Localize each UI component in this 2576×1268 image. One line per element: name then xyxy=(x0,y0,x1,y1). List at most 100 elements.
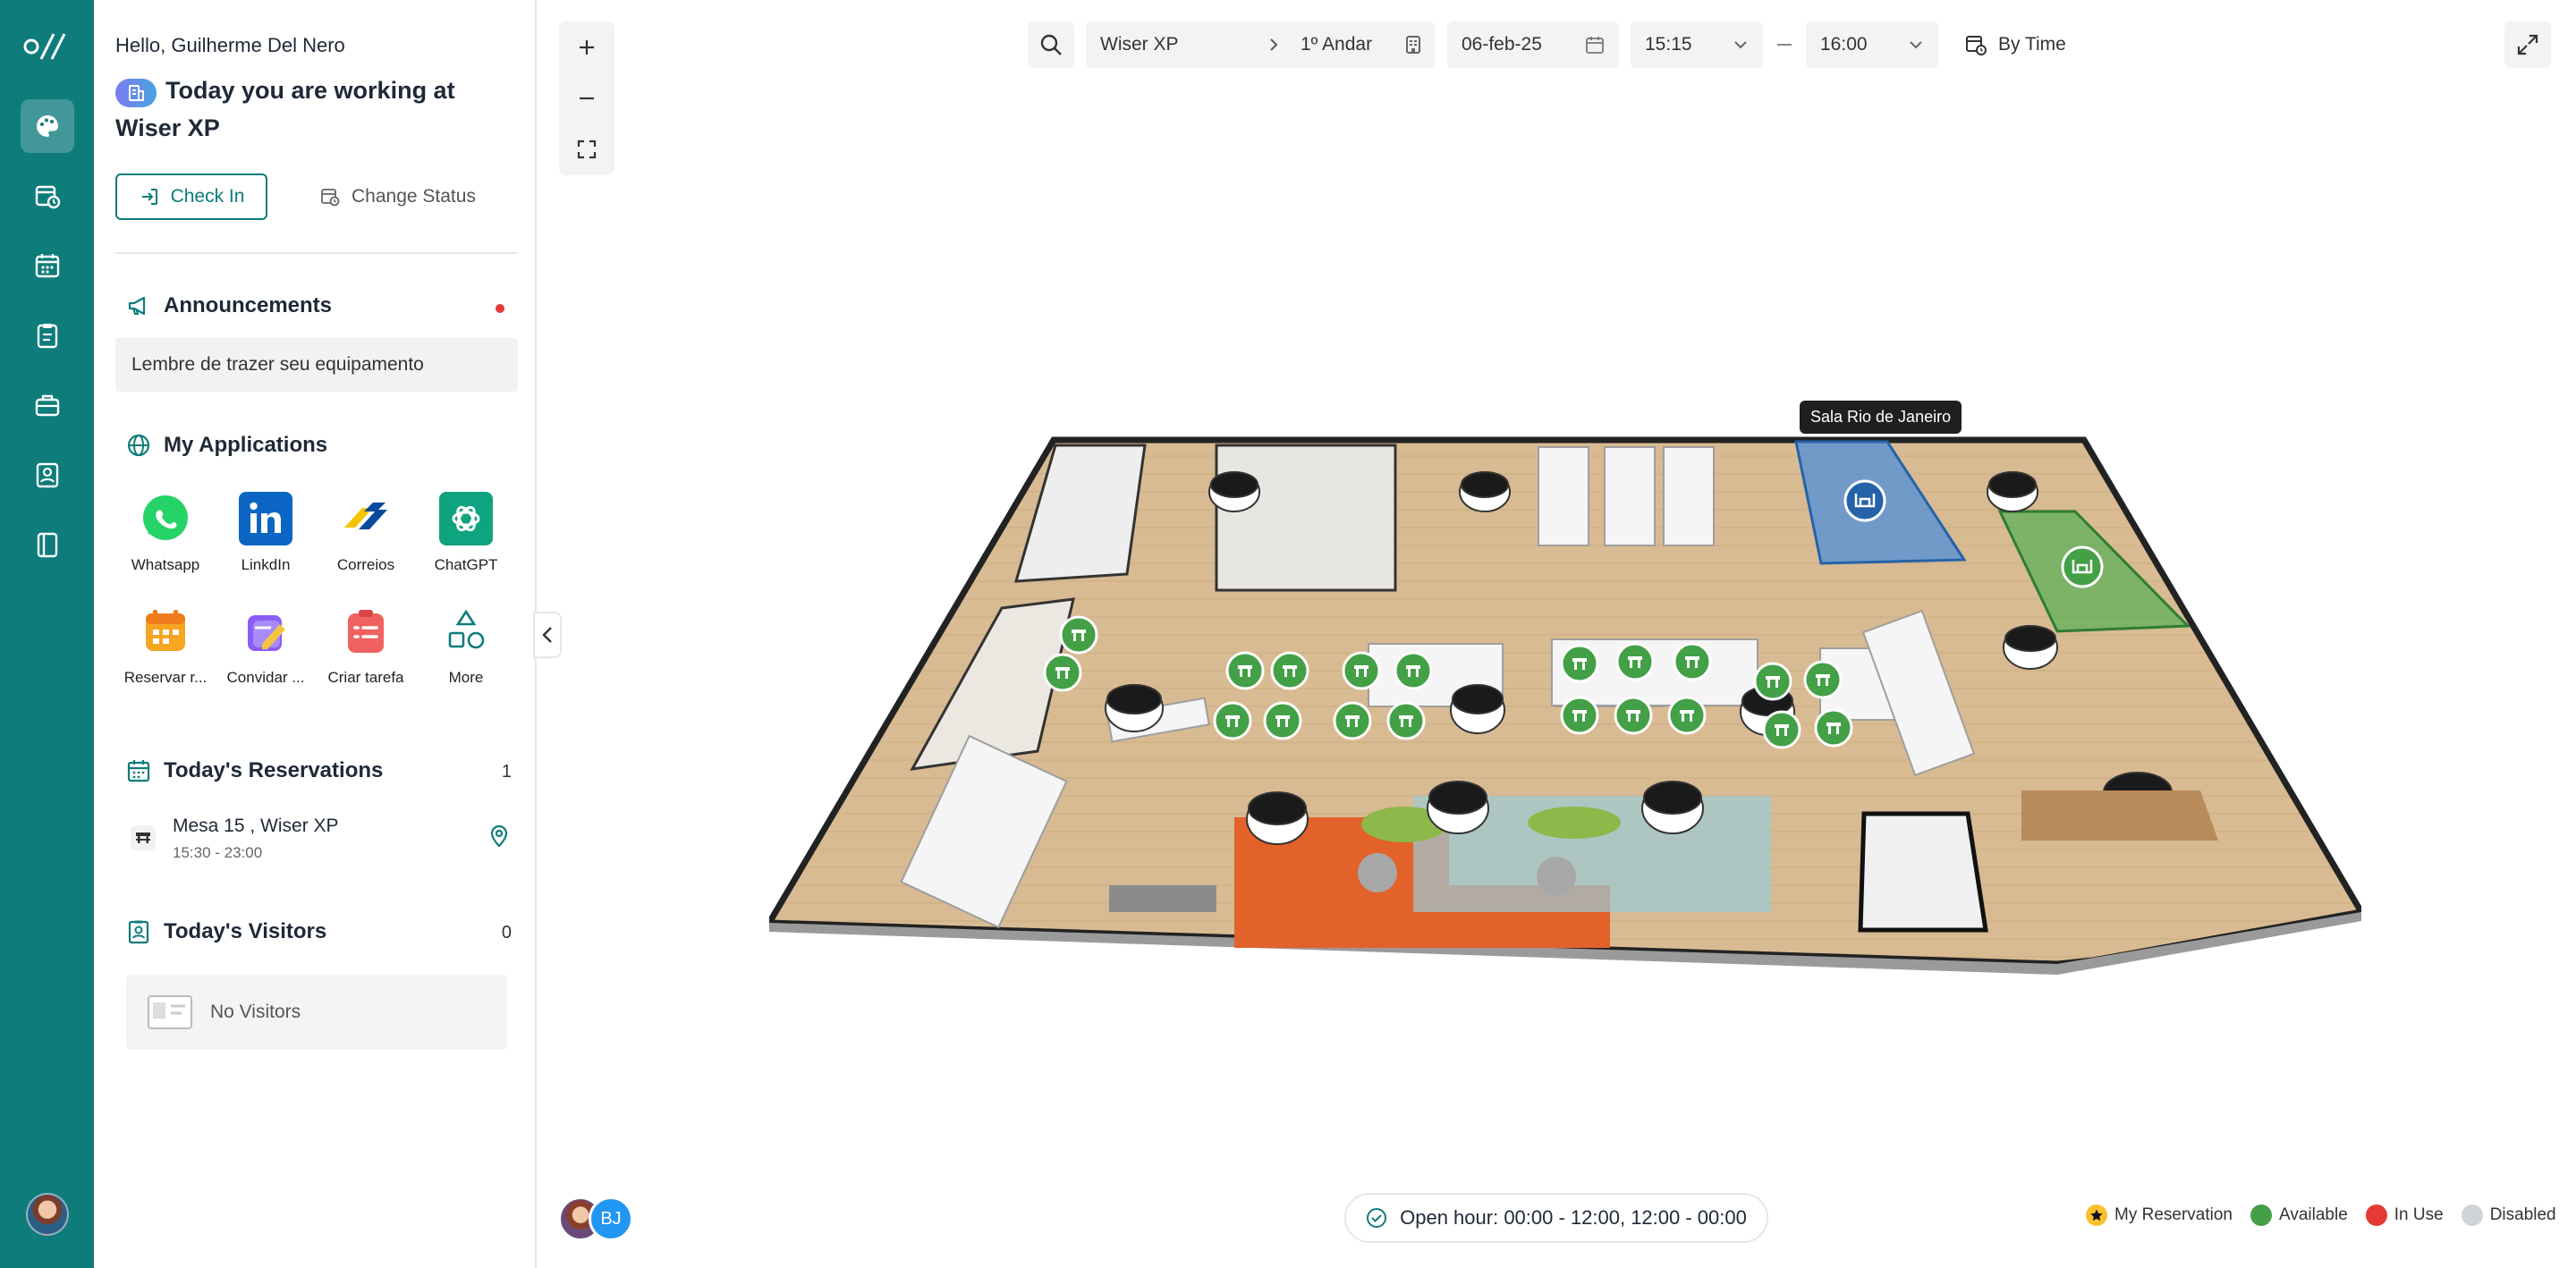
login-icon xyxy=(141,189,157,205)
calendar-app-icon xyxy=(139,604,192,658)
nav-directory-button[interactable] xyxy=(21,518,74,571)
open-hour-text: Open hour: 00:00 - 12:00, 12:00 - 00:00 xyxy=(1400,1206,1747,1229)
in-use-dot-icon xyxy=(2365,1205,2387,1226)
search-button[interactable] xyxy=(1028,21,1074,68)
floor-value: 1º Andar xyxy=(1301,34,1373,55)
app-criar-tarefa[interactable]: Criar tarefa xyxy=(316,604,416,687)
chevron-right-icon xyxy=(1270,38,1278,51)
app-convidar[interactable]: Convidar ... xyxy=(216,604,316,687)
end-time-select[interactable]: 16:00 xyxy=(1806,21,1938,68)
app-reservar[interactable]: Reservar r... xyxy=(115,604,216,687)
nav-floorplan-button[interactable] xyxy=(21,99,74,153)
badge-person-icon xyxy=(128,920,149,944)
app-label: Convidar ... xyxy=(226,669,305,686)
reservation-name: Mesa 15 , Wiser XP xyxy=(173,816,339,836)
zoom-out-button[interactable] xyxy=(559,72,614,123)
reservations-title: Today's Reservations xyxy=(164,758,384,782)
fullscreen-button[interactable] xyxy=(2504,21,2551,68)
no-visitors-placeholder: No Visitors xyxy=(126,975,507,1050)
visitors-title: Today's Visitors xyxy=(164,919,327,943)
user-avatar[interactable] xyxy=(26,1193,69,1236)
nav-calendar-button[interactable] xyxy=(21,239,74,292)
announcement-item[interactable]: Lembre de trazer seu equipamento xyxy=(115,338,518,392)
palette-icon xyxy=(37,115,58,137)
fit-view-button[interactable] xyxy=(559,123,614,174)
app-logo-icon[interactable] xyxy=(23,27,70,66)
collapse-panel-button[interactable] xyxy=(533,612,562,658)
desk-marker-available xyxy=(1263,701,1302,740)
legend-in-use: In Use xyxy=(2365,1205,2444,1226)
app-label: Whatsapp xyxy=(131,556,200,573)
id-card-icon xyxy=(148,995,192,1029)
chatgpt-icon xyxy=(439,492,493,545)
fit-screen-icon xyxy=(577,139,597,158)
floor-plan[interactable] xyxy=(769,429,2361,984)
legend-label: In Use xyxy=(2394,1205,2444,1224)
applications-grid: Whatsapp LinkdIn Correios ChatGPT Reserv… xyxy=(115,492,518,687)
chevron-down-icon xyxy=(1734,41,1747,49)
reservations-count: 1 xyxy=(501,762,512,782)
app-correios[interactable]: Correios xyxy=(316,492,416,574)
calendar-icon xyxy=(35,254,60,278)
change-status-button[interactable]: Change Status xyxy=(319,173,476,220)
location-selector[interactable]: Wiser XP 1º Andar xyxy=(1086,21,1435,68)
working-location: Today you are working at Wiser XP xyxy=(115,72,509,147)
unread-indicator xyxy=(496,304,504,313)
desk-marker-available xyxy=(1762,710,1801,749)
calendar-clock-icon xyxy=(321,189,340,207)
check-in-button[interactable]: Check In xyxy=(115,173,267,220)
plus-icon xyxy=(580,39,594,55)
app-label: ChatGPT xyxy=(434,556,498,573)
announcements-title: Announcements xyxy=(164,293,333,317)
app-linkedin[interactable]: LinkdIn xyxy=(216,492,316,574)
calendar-clock-icon xyxy=(35,185,61,209)
start-time-select[interactable]: 15:15 xyxy=(1631,21,1763,68)
globe-icon xyxy=(127,434,150,457)
desk-marker-available xyxy=(1394,651,1433,690)
desk-marker-available xyxy=(1333,701,1372,740)
building-value: Wiser XP xyxy=(1100,34,1179,55)
desk-marker-available xyxy=(1560,696,1599,735)
kitchen-counter xyxy=(2021,790,2218,841)
app-label: More xyxy=(448,669,484,686)
announcements-heading: Announcements xyxy=(126,293,332,318)
disabled-dot-icon xyxy=(2461,1205,2483,1226)
legend-disabled: Disabled xyxy=(2461,1205,2556,1226)
calendar-clock-icon xyxy=(1966,36,1987,55)
search-icon xyxy=(1040,34,1062,55)
room-marker-selected xyxy=(1843,479,1886,522)
visitors-count: 0 xyxy=(501,923,512,943)
nav-bookings-button[interactable] xyxy=(21,378,74,432)
location-pin-icon[interactable] xyxy=(487,824,511,848)
by-time-toggle[interactable]: By Time xyxy=(1964,21,2066,68)
reservations-heading: Today's Reservations xyxy=(126,758,383,783)
nav-schedule-button[interactable] xyxy=(21,169,74,223)
desk-marker-available xyxy=(1673,642,1712,681)
badge-person-icon xyxy=(36,462,59,488)
briefcase-icon xyxy=(35,394,60,417)
side-panel: Hello, Guilherme Del Nero Today you are … xyxy=(94,0,537,1268)
end-time-value: 16:00 xyxy=(1820,34,1868,55)
desk-marker-available xyxy=(1753,662,1792,701)
nav-tasks-button[interactable] xyxy=(21,309,74,362)
nav-visitors-button[interactable] xyxy=(21,448,74,502)
app-label: Criar tarefa xyxy=(327,669,404,686)
app-chatgpt[interactable]: ChatGPT xyxy=(416,492,516,574)
date-picker[interactable]: 06-feb-25 xyxy=(1447,21,1619,68)
building-icon xyxy=(115,79,157,107)
desk-marker-available xyxy=(1560,644,1599,683)
shapes-icon xyxy=(439,604,493,658)
status-legend: My Reservation Available In Use Disabled xyxy=(2086,1202,2556,1229)
zoom-in-button[interactable] xyxy=(559,21,614,72)
desk-marker-available xyxy=(1615,642,1655,681)
app-whatsapp[interactable]: Whatsapp xyxy=(115,492,216,574)
reservation-item[interactable]: Mesa 15 , Wiser XP 15:30 - 23:00 xyxy=(126,812,511,866)
person-initials-avatar[interactable]: BJ xyxy=(589,1196,633,1241)
minus-icon xyxy=(580,97,594,99)
star-icon xyxy=(2086,1205,2107,1226)
expand-icon xyxy=(2517,34,2538,55)
people-avatars[interactable]: BJ xyxy=(558,1196,639,1243)
applications-heading: My Applications xyxy=(126,433,327,458)
desk-marker-available xyxy=(1342,651,1381,690)
app-more[interactable]: More xyxy=(416,604,516,687)
